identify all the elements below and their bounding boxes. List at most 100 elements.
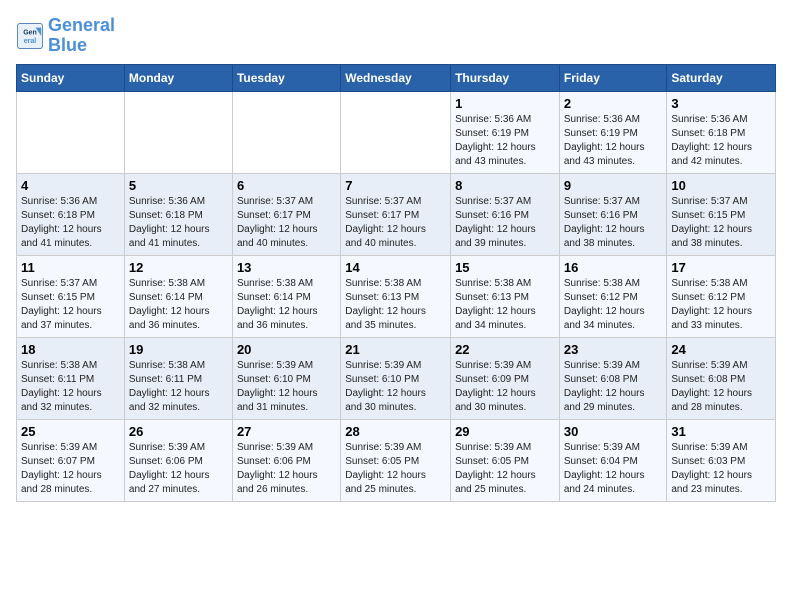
calendar-cell: 18 Sunrise: 5:38 AM Sunset: 6:11 PM Dayli… <box>17 337 125 419</box>
calendar-cell: 3 Sunrise: 5:36 AM Sunset: 6:18 PM Daylig… <box>667 91 776 173</box>
day-number: 22 <box>455 342 555 357</box>
calendar-cell: 14 Sunrise: 5:38 AM Sunset: 6:13 PM Dayli… <box>341 255 451 337</box>
calendar-cell <box>341 91 451 173</box>
day-number: 4 <box>21 178 120 193</box>
column-header-friday: Friday <box>559 64 667 91</box>
day-number: 8 <box>455 178 555 193</box>
day-info: Sunrise: 5:37 AM Sunset: 6:16 PM Dayligh… <box>455 195 555 251</box>
day-info: Sunrise: 5:37 AM Sunset: 6:15 PM Dayligh… <box>671 195 771 251</box>
calendar-cell: 20 Sunrise: 5:39 AM Sunset: 6:10 PM Dayli… <box>232 337 340 419</box>
day-info: Sunrise: 5:36 AM Sunset: 6:19 PM Dayligh… <box>455 113 555 169</box>
week-row-1: 1Sunrise: 5:36 AM Sunset: 6:19 PM Daylig… <box>17 91 776 173</box>
day-info: Sunrise: 5:36 AM Sunset: 6:18 PM Dayligh… <box>671 113 771 169</box>
day-number: 30 <box>564 424 663 439</box>
day-number: 3 <box>671 96 771 111</box>
day-info: Sunrise: 5:39 AM Sunset: 6:10 PM Dayligh… <box>345 359 446 415</box>
day-info: Sunrise: 5:39 AM Sunset: 6:04 PM Dayligh… <box>564 441 663 497</box>
day-info: Sunrise: 5:38 AM Sunset: 6:11 PM Dayligh… <box>21 359 120 415</box>
day-info: Sunrise: 5:39 AM Sunset: 6:07 PM Dayligh… <box>21 441 120 497</box>
calendar-cell: 16Sunrise: 5:38 AM Sunset: 6:12 PM Dayli… <box>559 255 667 337</box>
calendar-cell: 21Sunrise: 5:39 AM Sunset: 6:10 PM Dayli… <box>341 337 451 419</box>
day-number: 15 <box>455 260 555 275</box>
calendar-cell <box>232 91 340 173</box>
calendar-cell: 27 Sunrise: 5:39 AM Sunset: 6:06 PM Dayli… <box>232 419 340 501</box>
calendar-cell: 13 Sunrise: 5:38 AM Sunset: 6:14 PM Dayli… <box>232 255 340 337</box>
day-number: 2 <box>564 96 663 111</box>
day-info: Sunrise: 5:39 AM Sunset: 6:10 PM Dayligh… <box>237 359 336 415</box>
day-info: Sunrise: 5:39 AM Sunset: 6:05 PM Dayligh… <box>345 441 446 497</box>
day-number: 19 <box>129 342 228 357</box>
logo-text: General Blue <box>48 16 115 56</box>
calendar-cell <box>124 91 232 173</box>
calendar-cell: 24 Sunrise: 5:39 AM Sunset: 6:08 PM Dayli… <box>667 337 776 419</box>
calendar-cell: 1Sunrise: 5:36 AM Sunset: 6:19 PM Daylig… <box>451 91 560 173</box>
day-info: Sunrise: 5:39 AM Sunset: 6:03 PM Dayligh… <box>671 441 771 497</box>
calendar-cell: 15 Sunrise: 5:38 AM Sunset: 6:13 PM Dayli… <box>451 255 560 337</box>
calendar-table: SundayMondayTuesdayWednesdayThursdayFrid… <box>16 64 776 502</box>
column-header-thursday: Thursday <box>451 64 560 91</box>
calendar-cell: 6Sunrise: 5:37 AM Sunset: 6:17 PM Daylig… <box>232 173 340 255</box>
week-row-2: 4 Sunrise: 5:36 AM Sunset: 6:18 PM Daylig… <box>17 173 776 255</box>
calendar-cell: 19 Sunrise: 5:38 AM Sunset: 6:11 PM Dayli… <box>124 337 232 419</box>
day-number: 26 <box>129 424 228 439</box>
calendar-cell: 4 Sunrise: 5:36 AM Sunset: 6:18 PM Daylig… <box>17 173 125 255</box>
day-number: 12 <box>129 260 228 275</box>
day-info: Sunrise: 5:37 AM Sunset: 6:15 PM Dayligh… <box>21 277 120 333</box>
day-info: Sunrise: 5:37 AM Sunset: 6:17 PM Dayligh… <box>237 195 336 251</box>
column-header-wednesday: Wednesday <box>341 64 451 91</box>
calendar-cell: 25 Sunrise: 5:39 AM Sunset: 6:07 PM Dayli… <box>17 419 125 501</box>
day-info: Sunrise: 5:38 AM Sunset: 6:12 PM Dayligh… <box>564 277 663 333</box>
day-number: 23 <box>564 342 663 357</box>
day-number: 14 <box>345 260 446 275</box>
column-header-sunday: Sunday <box>17 64 125 91</box>
svg-text:eral: eral <box>24 38 37 45</box>
calendar-cell: 12Sunrise: 5:38 AM Sunset: 6:14 PM Dayli… <box>124 255 232 337</box>
day-info: Sunrise: 5:39 AM Sunset: 6:09 PM Dayligh… <box>455 359 555 415</box>
calendar-cell: 28 Sunrise: 5:39 AM Sunset: 6:05 PM Dayli… <box>341 419 451 501</box>
day-info: Sunrise: 5:39 AM Sunset: 6:06 PM Dayligh… <box>237 441 336 497</box>
week-row-5: 25 Sunrise: 5:39 AM Sunset: 6:07 PM Dayli… <box>17 419 776 501</box>
calendar-cell: 8 Sunrise: 5:37 AM Sunset: 6:16 PM Daylig… <box>451 173 560 255</box>
day-info: Sunrise: 5:38 AM Sunset: 6:11 PM Dayligh… <box>129 359 228 415</box>
day-number: 11 <box>21 260 120 275</box>
column-header-saturday: Saturday <box>667 64 776 91</box>
calendar-cell: 17Sunrise: 5:38 AM Sunset: 6:12 PM Dayli… <box>667 255 776 337</box>
day-info: Sunrise: 5:38 AM Sunset: 6:13 PM Dayligh… <box>455 277 555 333</box>
day-info: Sunrise: 5:36 AM Sunset: 6:19 PM Dayligh… <box>564 113 663 169</box>
day-number: 13 <box>237 260 336 275</box>
day-number: 29 <box>455 424 555 439</box>
calendar-cell: 23 Sunrise: 5:39 AM Sunset: 6:08 PM Dayli… <box>559 337 667 419</box>
day-info: Sunrise: 5:39 AM Sunset: 6:08 PM Dayligh… <box>671 359 771 415</box>
day-info: Sunrise: 5:38 AM Sunset: 6:14 PM Dayligh… <box>237 277 336 333</box>
day-info: Sunrise: 5:36 AM Sunset: 6:18 PM Dayligh… <box>21 195 120 251</box>
calendar-cell: 26 Sunrise: 5:39 AM Sunset: 6:06 PM Dayli… <box>124 419 232 501</box>
calendar-cell: 2 Sunrise: 5:36 AM Sunset: 6:19 PM Daylig… <box>559 91 667 173</box>
calendar-cell: 9 Sunrise: 5:37 AM Sunset: 6:16 PM Daylig… <box>559 173 667 255</box>
calendar-cell: 30 Sunrise: 5:39 AM Sunset: 6:04 PM Dayli… <box>559 419 667 501</box>
day-info: Sunrise: 5:37 AM Sunset: 6:17 PM Dayligh… <box>345 195 446 251</box>
day-number: 18 <box>21 342 120 357</box>
day-number: 31 <box>671 424 771 439</box>
day-number: 25 <box>21 424 120 439</box>
logo-icon: Gen eral <box>16 22 44 50</box>
day-info: Sunrise: 5:36 AM Sunset: 6:18 PM Dayligh… <box>129 195 228 251</box>
day-number: 28 <box>345 424 446 439</box>
column-header-monday: Monday <box>124 64 232 91</box>
calendar-cell: 22 Sunrise: 5:39 AM Sunset: 6:09 PM Dayli… <box>451 337 560 419</box>
day-info: Sunrise: 5:39 AM Sunset: 6:06 PM Dayligh… <box>129 441 228 497</box>
calendar-cell: 29 Sunrise: 5:39 AM Sunset: 6:05 PM Dayli… <box>451 419 560 501</box>
day-info: Sunrise: 5:38 AM Sunset: 6:13 PM Dayligh… <box>345 277 446 333</box>
day-info: Sunrise: 5:37 AM Sunset: 6:16 PM Dayligh… <box>564 195 663 251</box>
logo: Gen eral General Blue <box>16 16 115 56</box>
day-number: 27 <box>237 424 336 439</box>
day-number: 9 <box>564 178 663 193</box>
day-info: Sunrise: 5:38 AM Sunset: 6:12 PM Dayligh… <box>671 277 771 333</box>
day-info: Sunrise: 5:39 AM Sunset: 6:08 PM Dayligh… <box>564 359 663 415</box>
day-number: 24 <box>671 342 771 357</box>
day-number: 20 <box>237 342 336 357</box>
day-number: 10 <box>671 178 771 193</box>
calendar-cell: 31 Sunrise: 5:39 AM Sunset: 6:03 PM Dayli… <box>667 419 776 501</box>
day-number: 7 <box>345 178 446 193</box>
day-number: 5 <box>129 178 228 193</box>
day-info: Sunrise: 5:39 AM Sunset: 6:05 PM Dayligh… <box>455 441 555 497</box>
